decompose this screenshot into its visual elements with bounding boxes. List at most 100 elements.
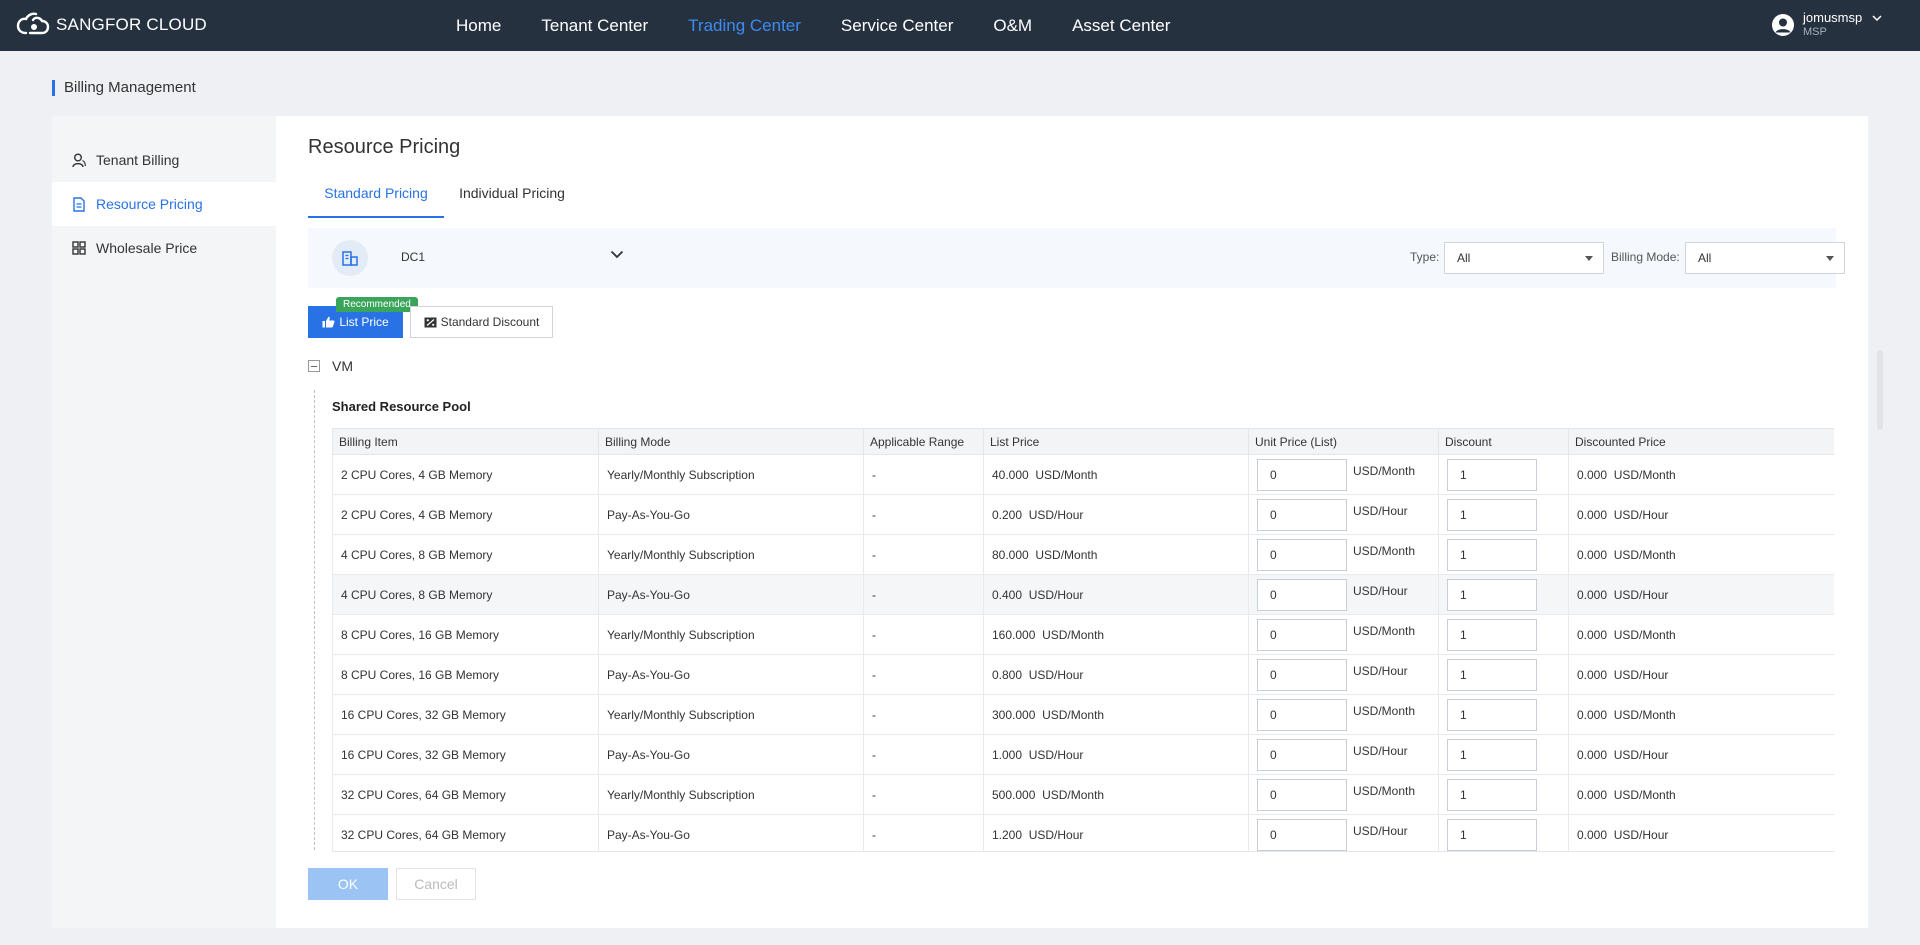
discounted-price-value: 0.000 [1577,707,1608,722]
datacenter-name: DC1 [401,250,426,264]
unit-price-input[interactable]: 0 [1257,778,1347,811]
discounted-price-cell: 0.000 USD/Hour [1568,494,1834,535]
unit-price-cell: 0 USD/Hour [1248,734,1439,775]
unit-price-input[interactable]: 0 [1257,818,1347,851]
discount-cell: 1 [1438,494,1569,535]
discount-input[interactable]: 1 [1447,498,1537,531]
unit-price-input[interactable]: 0 [1257,698,1347,731]
billing-mode-select[interactable]: All [1685,242,1845,274]
page-title: Billing Management [52,80,196,96]
discounted-price-value: 0.000 [1577,787,1608,802]
datacenter-icon [332,240,368,276]
tab-individual-pricing[interactable]: Individual Pricing [444,178,580,218]
table-row: 4 CPU Cores, 8 GB Memory Yearly/Monthly S… [332,534,1834,575]
user-menu[interactable]: jomusmsp MSP [1771,11,1882,39]
list-price-cell: 160.000 USD/Month [983,614,1249,655]
applicable-range-cell: - [863,574,984,615]
unit-price-unit: USD/Hour [1353,503,1408,518]
discount-cell: 1 [1438,454,1569,495]
billing-item-cell: 4 CPU Cores, 8 GB Memory [332,574,599,615]
ok-button[interactable]: OK [308,868,388,900]
discount-input[interactable]: 1 [1447,538,1537,571]
unit-price-cell: 0 USD/Hour [1248,494,1439,535]
vertical-scrollbar[interactable] [1877,350,1883,430]
filter-bar: DC1 Type: All Billing Mode: All [308,228,1845,288]
list-price-unit: USD/Hour [1028,507,1084,522]
unit-price-input[interactable]: 0 [1257,538,1347,571]
discount-input[interactable]: 1 [1447,658,1537,691]
applicable-range-cell: - [863,494,984,535]
list-price-value: 0.200 [992,507,1023,522]
unit-price-cell: 0 USD/Hour [1248,654,1439,695]
billing-mode-cell: Yearly/Monthly Subscription [598,614,864,655]
billing-item-cell: 4 CPU Cores, 8 GB Memory [332,534,599,575]
content-panel: Tenant Billing Resource Pricing Wholesal… [52,116,1883,928]
discount-input[interactable]: 1 [1447,618,1537,651]
unit-price-input[interactable]: 0 [1257,738,1347,771]
applicable-range-cell: - [863,454,984,495]
cloud-logo-icon [16,12,50,35]
discount-input[interactable]: 1 [1447,578,1537,611]
pricing-tabs: Standard Pricing Individual Pricing [308,178,1836,218]
discounted-price-value: 0.000 [1577,547,1608,562]
table-row: 2 CPU Cores, 4 GB Memory Yearly/Monthly S… [332,454,1834,495]
standard-discount-button[interactable]: Standard Discount [410,306,553,338]
list-price-cell: 500.000 USD/Month [983,774,1249,815]
list-price-unit: USD/Hour [1028,827,1084,842]
applicable-range-cell: - [863,814,984,851]
table-row: 8 CPU Cores, 16 GB Memory Yearly/Monthly … [332,614,1834,655]
list-price-unit: USD/Month [1035,467,1098,482]
discounted-price-unit: USD/Month [1613,467,1676,482]
chevron-down-icon [1872,15,1882,21]
billing-item-cell: 16 CPU Cores, 32 GB Memory [332,694,599,735]
nav-asset-center[interactable]: Asset Center [1072,0,1170,51]
unit-price-unit: USD/Month [1353,783,1416,798]
discount-input[interactable]: 1 [1447,458,1537,491]
tab-standard-pricing[interactable]: Standard Pricing [308,178,444,218]
brand-logo[interactable]: SANGFOR CLOUD [16,12,207,38]
top-navigation-bar: SANGFOR CLOUD Home Tenant Center Trading… [0,0,1920,51]
billing-item-cell: 16 CPU Cores, 32 GB Memory [332,734,599,775]
discount-input[interactable]: 1 [1447,698,1537,731]
cancel-button[interactable]: Cancel [396,868,476,900]
type-select[interactable]: All [1444,242,1604,274]
unit-price-cell: 0 USD/Month [1248,694,1439,735]
unit-price-input[interactable]: 0 [1257,658,1347,691]
unit-price-unit: USD/Month [1353,543,1416,558]
discounted-price-unit: USD/Month [1613,627,1676,642]
collapse-toggle-icon[interactable] [308,360,320,372]
applicable-range-cell: - [863,614,984,655]
sidebar-item-wholesale-price[interactable]: Wholesale Price [52,226,276,270]
discount-cell: 1 [1438,534,1569,575]
unit-price-input[interactable]: 0 [1257,618,1347,651]
nav-trading-center[interactable]: Trading Center [688,0,801,51]
list-price-unit: USD/Month [1042,627,1105,642]
billing-item-cell: 8 CPU Cores, 16 GB Memory [332,614,599,655]
nav-tenant-center[interactable]: Tenant Center [541,0,648,51]
discounted-price-unit: USD/Hour [1613,667,1669,682]
discounted-price-cell: 0.000 USD/Month [1568,534,1834,575]
main-nav: Home Tenant Center Trading Center Servic… [436,0,1190,51]
list-price-value: 40.000 [992,467,1029,482]
nav-service-center[interactable]: Service Center [841,0,953,51]
unit-price-input[interactable]: 0 [1257,578,1347,611]
main-content: Resource Pricing Standard Pricing Indivi… [276,116,1883,928]
billing-item-cell: 2 CPU Cores, 4 GB Memory [332,494,599,535]
nav-home[interactable]: Home [456,0,501,51]
unit-price-input[interactable]: 0 [1257,458,1347,491]
unit-price-unit: USD/Month [1353,703,1416,718]
user-icon [72,153,86,167]
unit-price-unit: USD/Hour [1353,663,1408,678]
nav-om[interactable]: O&M [993,0,1032,51]
unit-price-input[interactable]: 0 [1257,498,1347,531]
discount-input[interactable]: 1 [1447,818,1537,851]
discount-input[interactable]: 1 [1447,738,1537,771]
sidebar-item-resource-pricing[interactable]: Resource Pricing [52,182,276,226]
unit-price-cell: 0 USD/Hour [1248,574,1439,615]
user-name: jomusmsp [1803,10,1863,25]
sidebar-item-tenant-billing[interactable]: Tenant Billing [52,138,276,182]
billing-mode-cell: Yearly/Monthly Subscription [598,694,864,735]
chevron-down-icon[interactable] [610,250,624,259]
column-header: Unit Price (List) [1248,428,1439,455]
discount-input[interactable]: 1 [1447,778,1537,811]
